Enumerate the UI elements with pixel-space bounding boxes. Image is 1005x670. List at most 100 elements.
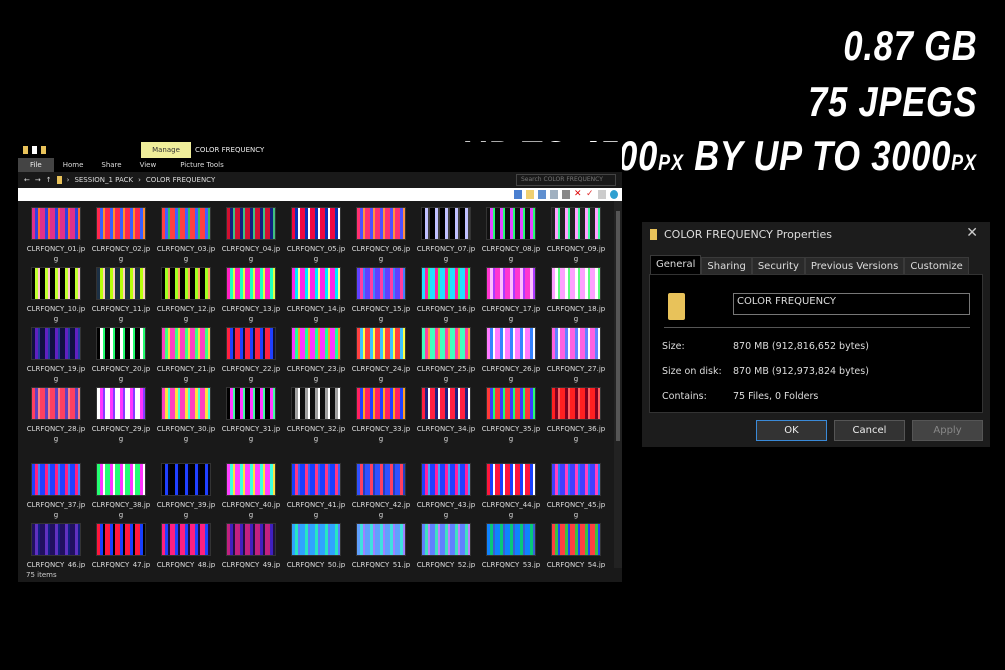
properties-icon[interactable] xyxy=(32,146,37,154)
file-item[interactable]: CLRFQNCY_19.jp g xyxy=(25,327,87,384)
tab-share[interactable]: Share xyxy=(92,158,130,172)
forward-icon[interactable]: → xyxy=(35,176,41,184)
file-item[interactable]: CLRFQNCY_12.jp g xyxy=(155,267,217,324)
copy-icon[interactable] xyxy=(550,190,558,199)
file-item[interactable]: CLRFQNCY_07.jp g xyxy=(415,207,477,264)
folder-icon[interactable] xyxy=(23,146,28,154)
file-ext: g xyxy=(508,255,514,263)
file-item[interactable]: CLRFQNCY_48.jp xyxy=(155,523,217,568)
file-item[interactable]: CLRFQNCY_13.jp g xyxy=(220,267,282,324)
mail-icon[interactable] xyxy=(598,190,606,199)
file-item[interactable]: CLRFQNCY_29.jp g xyxy=(90,387,152,444)
file-item[interactable]: CLRFQNCY_40.jp g xyxy=(220,463,282,520)
apply-button[interactable]: Apply xyxy=(912,420,983,441)
tab-general[interactable]: General xyxy=(650,255,702,276)
file-item[interactable]: CLRFQNCY_20.jp g xyxy=(90,327,152,384)
paste-icon[interactable] xyxy=(562,190,570,199)
file-item[interactable]: CLRFQNCY_35.jp g xyxy=(480,387,542,444)
file-item[interactable]: CLRFQNCY_46.jp xyxy=(25,523,87,568)
file-item[interactable]: CLRFQNCY_38.jp g xyxy=(90,463,152,520)
title-bar: Manage COLOR FREQUENCY xyxy=(18,142,622,158)
file-item[interactable]: CLRFQNCY_43.jp g xyxy=(415,463,477,520)
tab-picture-tools[interactable]: Picture Tools xyxy=(171,158,233,172)
folder-name-input[interactable]: COLOR FREQUENCY xyxy=(733,293,970,315)
file-item[interactable]: CLRFQNCY_18.jp g xyxy=(545,267,607,324)
quick-access-toolbar xyxy=(23,146,46,154)
file-item[interactable]: CLRFQNCY_14.jp g xyxy=(285,267,347,324)
scroll-thumb[interactable] xyxy=(616,211,620,441)
file-item[interactable]: CLRFQNCY_11.jp g xyxy=(90,267,152,324)
pane-icon[interactable] xyxy=(514,190,522,199)
file-item[interactable]: CLRFQNCY_05.jp g xyxy=(285,207,347,264)
file-item[interactable]: CLRFQNCY_31.jp g xyxy=(220,387,282,444)
ok-button[interactable]: OK xyxy=(756,420,827,441)
file-item[interactable]: CLRFQNCY_42.jp g xyxy=(350,463,412,520)
file-item[interactable]: CLRFQNCY_16.jp g xyxy=(415,267,477,324)
file-item[interactable]: CLRFQNCY_52.jp xyxy=(415,523,477,568)
file-item[interactable]: CLRFQNCY_24.jp g xyxy=(350,327,412,384)
file-item[interactable]: CLRFQNCY_36.jp g xyxy=(545,387,607,444)
tab-file[interactable]: File xyxy=(18,158,54,172)
headline-size: 0.87 GB xyxy=(842,22,977,69)
close-icon[interactable]: ✕ xyxy=(966,225,978,241)
thumbnail-image xyxy=(226,387,276,420)
tab-view[interactable]: View xyxy=(131,158,166,172)
file-item[interactable]: CLRFQNCY_28.jp g xyxy=(25,387,87,444)
search-input[interactable]: Search COLOR FREQUENCY xyxy=(516,174,616,186)
file-item[interactable]: CLRFQNCY_25.jp g xyxy=(415,327,477,384)
file-item[interactable]: CLRFQNCY_41.jp g xyxy=(285,463,347,520)
up-icon[interactable]: ↑ xyxy=(46,176,52,184)
file-name: CLRFQNCY_44.jp xyxy=(481,501,541,509)
breadcrumb-folder[interactable]: COLOR FREQUENCY xyxy=(146,176,215,184)
file-item[interactable]: CLRFQNCY_23.jp g xyxy=(285,327,347,384)
file-item[interactable]: CLRFQNCY_03.jp g xyxy=(155,207,217,264)
file-item[interactable]: CLRFQNCY_32.jp g xyxy=(285,387,347,444)
file-ext: g xyxy=(183,435,189,443)
file-item[interactable]: CLRFQNCY_39.jp g xyxy=(155,463,217,520)
file-name: CLRFQNCY_53.jp xyxy=(481,561,541,568)
file-item[interactable]: CLRFQNCY_01.jp g xyxy=(25,207,87,264)
delete-icon[interactable]: ✕ xyxy=(574,190,582,199)
file-item[interactable]: CLRFQNCY_49.jp xyxy=(220,523,282,568)
breadcrumb-session[interactable]: SESSION_1 PACK xyxy=(74,176,133,184)
file-item[interactable]: CLRFQNCY_17.jp g xyxy=(480,267,542,324)
file-item[interactable]: CLRFQNCY_09.jp g xyxy=(545,207,607,264)
file-item[interactable]: CLRFQNCY_44.jp g xyxy=(480,463,542,520)
file-item[interactable]: CLRFQNCY_51.jp xyxy=(350,523,412,568)
check-icon[interactable]: ✓ xyxy=(586,190,594,199)
globe-icon[interactable] xyxy=(610,190,618,199)
file-item[interactable]: CLRFQNCY_54.jp xyxy=(545,523,607,568)
tab-home[interactable]: Home xyxy=(54,158,93,172)
file-item[interactable]: CLRFQNCY_06.jp g xyxy=(350,207,412,264)
file-item[interactable]: CLRFQNCY_34.jp g xyxy=(415,387,477,444)
file-item[interactable]: CLRFQNCY_04.jp g xyxy=(220,207,282,264)
file-item[interactable]: CLRFQNCY_45.jp g xyxy=(545,463,607,520)
file-item[interactable]: CLRFQNCY_27.jp g xyxy=(545,327,607,384)
file-item[interactable]: CLRFQNCY_08.jp g xyxy=(480,207,542,264)
thumbnail-image xyxy=(31,463,81,496)
manage-tab[interactable]: Manage xyxy=(141,142,191,158)
file-ext: g xyxy=(508,435,514,443)
new-folder-icon[interactable] xyxy=(41,146,46,154)
back-icon[interactable]: ← xyxy=(24,176,30,184)
contains-value: 75 Files, 0 Folders xyxy=(733,391,819,402)
file-item[interactable]: CLRFQNCY_53.jp xyxy=(480,523,542,568)
file-ext: g xyxy=(53,511,59,519)
file-item[interactable]: CLRFQNCY_50.jp xyxy=(285,523,347,568)
file-item[interactable]: CLRFQNCY_21.jp g xyxy=(155,327,217,384)
file-name: CLRFQNCY_17.jp xyxy=(481,305,541,313)
file-name: CLRFQNCY_54.jp xyxy=(546,561,606,568)
file-item[interactable]: CLRFQNCY_15.jp g xyxy=(350,267,412,324)
cut-icon[interactable] xyxy=(538,190,546,199)
cancel-button[interactable]: Cancel xyxy=(834,420,905,441)
file-item[interactable]: CLRFQNCY_22.jp g xyxy=(220,327,282,384)
new-icon[interactable] xyxy=(526,190,534,199)
file-item[interactable]: CLRFQNCY_30.jp g xyxy=(155,387,217,444)
file-item[interactable]: CLRFQNCY_10.jp g xyxy=(25,267,87,324)
file-item[interactable]: CLRFQNCY_26.jp g xyxy=(480,327,542,384)
file-item[interactable]: CLRFQNCY_02.jp g xyxy=(90,207,152,264)
scrollbar[interactable] xyxy=(614,201,622,568)
file-item[interactable]: CLRFQNCY_33.jp g xyxy=(350,387,412,444)
file-item[interactable]: CLRFQNCY_37.jp g xyxy=(25,463,87,520)
file-item[interactable]: CLRFQNCY_47.jp xyxy=(90,523,152,568)
